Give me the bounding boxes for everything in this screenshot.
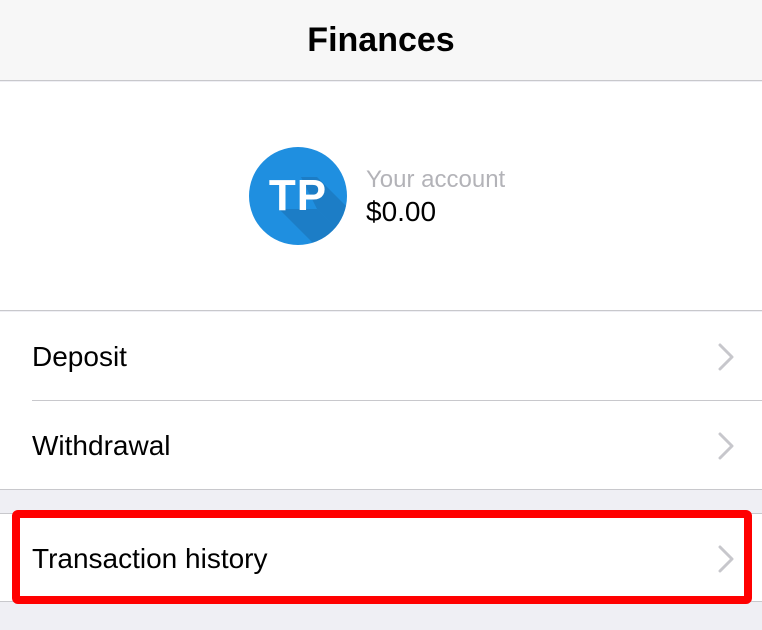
menu-item-label: Transaction history xyxy=(32,542,268,574)
menu-item-transaction-history[interactable]: Transaction history xyxy=(0,514,762,603)
account-balance: $0.00 xyxy=(366,196,437,227)
avatar-initials: TP xyxy=(268,171,328,220)
menu-item-withdrawal[interactable]: Withdrawal xyxy=(0,401,762,490)
account-summary: TP Your account $0.00 xyxy=(0,82,762,311)
chevron-right-icon xyxy=(718,432,734,459)
navigation-bar: Finances xyxy=(0,0,762,81)
menu-item-label: Deposit xyxy=(32,340,127,372)
menu-item-label: Withdrawal xyxy=(32,429,171,461)
page-title: Finances xyxy=(307,20,455,59)
menu-item-deposit[interactable]: Deposit xyxy=(0,312,762,401)
menu-group-history: Transaction history xyxy=(0,513,762,602)
avatar: TP xyxy=(249,147,347,245)
menu-group-funds: Deposit Withdrawal xyxy=(0,312,762,490)
account-label: Your account xyxy=(366,166,506,193)
chevron-right-icon xyxy=(718,545,734,572)
chevron-right-icon xyxy=(718,343,734,370)
